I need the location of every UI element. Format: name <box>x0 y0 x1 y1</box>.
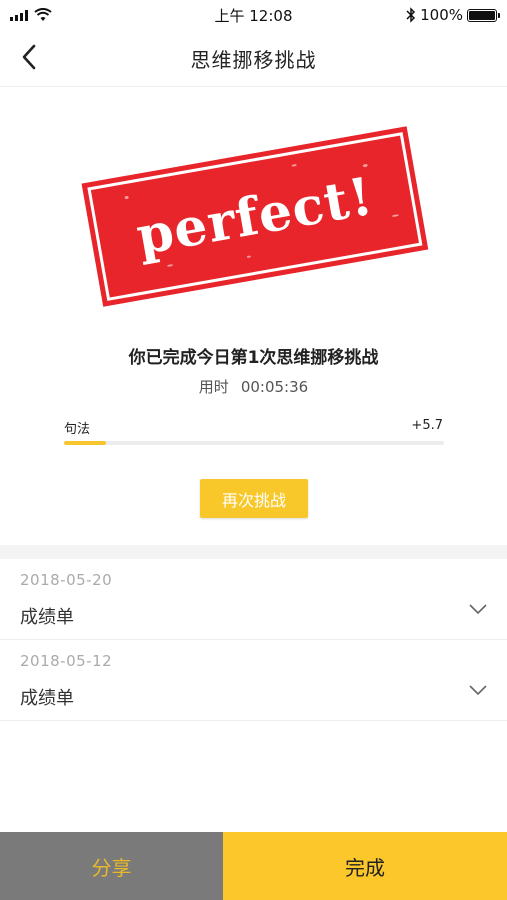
nav-bar: 思维挪移挑战 <box>0 30 507 87</box>
progress-fill <box>64 441 106 445</box>
progress-bar <box>64 441 444 445</box>
status-time: 上午 12:08 <box>214 6 293 25</box>
status-left <box>0 8 52 22</box>
record-item[interactable]: 2018-05-12 成绩单 <box>0 640 507 721</box>
record-date: 2018-05-20 <box>20 571 113 589</box>
perfect-stamp: perfect! <box>68 103 442 331</box>
time-label: 用时 <box>198 378 229 396</box>
result-title: 你已完成今日第1次思维挪移挑战 <box>128 348 379 368</box>
wifi-icon <box>34 8 52 21</box>
status-right: 100% <box>406 6 507 24</box>
share-button[interactable]: 分享 <box>0 832 223 900</box>
retry-button[interactable]: 再次挑战 <box>200 479 308 518</box>
back-button[interactable] <box>14 42 44 72</box>
stamp-text: perfect! <box>132 165 378 268</box>
record-label: 成绩单 <box>20 607 74 628</box>
record-date: 2018-05-12 <box>20 652 113 670</box>
elapsed-time-row: 用时 00:05:36 <box>0 376 507 397</box>
stamp-box: perfect! <box>81 126 429 307</box>
page-title: 思维挪移挑战 <box>190 47 317 72</box>
chevron-left-icon <box>22 44 36 70</box>
record-label: 成绩单 <box>20 688 74 709</box>
battery-icon <box>467 8 500 22</box>
signal-icon <box>10 9 28 21</box>
bluetooth-icon <box>406 7 416 23</box>
battery-percent: 100% <box>420 6 463 24</box>
done-button[interactable]: 完成 <box>223 832 507 900</box>
chevron-down-icon <box>469 604 487 615</box>
chevron-down-icon <box>469 685 487 696</box>
record-item[interactable]: 2018-05-20 成绩单 <box>0 559 507 640</box>
progress-label: 句法 <box>64 422 91 437</box>
progress-value: +5.7 <box>411 418 443 433</box>
bottom-bar: 分享 完成 <box>0 832 507 900</box>
time-value: 00:05:36 <box>240 378 309 396</box>
section-divider <box>0 545 507 559</box>
status-bar: 上午 12:08 100% <box>0 0 507 30</box>
